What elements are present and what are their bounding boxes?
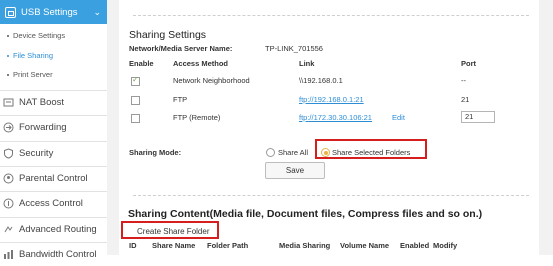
main-area: Sharing Settings Network/Media Server Na… (107, 0, 553, 255)
column-header-access-method: Access Method (173, 59, 229, 68)
port-ftp: 21 (461, 95, 470, 104)
sidebar-subitem-print-server[interactable]: Print Server (0, 70, 107, 79)
edit-link[interactable]: Edit (392, 113, 405, 122)
sidebar-subitem-device-settings[interactable]: Device Settings (0, 31, 107, 40)
port-network-neighborhood: -- (461, 76, 466, 85)
sidebar-item-label: USB Settings (21, 6, 78, 18)
sidebar-subitem-file-sharing[interactable]: File Sharing (0, 51, 107, 60)
access-method-ftp-remote: FTP (Remote) (173, 113, 221, 122)
column-header-enable: Enable (129, 59, 154, 68)
column-header-port: Port (461, 59, 476, 68)
column-header-link: Link (299, 59, 315, 68)
parental-icon (3, 173, 14, 184)
content-header-folder-path: Folder Path (207, 241, 249, 250)
sharing-content-title: Sharing Content(Media file, Document fil… (128, 208, 483, 220)
enable-checkbox-ftp-remote[interactable] (131, 114, 140, 123)
content-header-media-sharing: Media Sharing (279, 241, 331, 250)
nat-icon (3, 97, 14, 108)
divider (133, 195, 529, 196)
sidebar-item-usb-settings[interactable]: USB Settings ⌄ (0, 0, 107, 24)
sidebar-item-forwarding[interactable]: Forwarding (0, 115, 107, 139)
sidebar-item-nat-boost[interactable]: NAT Boost (0, 90, 107, 114)
link-network-neighborhood: \\192.168.0.1 (299, 76, 343, 85)
sidebar-item-parental-control[interactable]: Parental Control (0, 166, 107, 190)
enable-checkbox-network-neighborhood[interactable] (131, 75, 140, 86)
sidebar-item-security[interactable]: Security (0, 141, 107, 165)
port-ftp-remote-input[interactable]: 21 (461, 111, 495, 123)
access-icon (3, 198, 14, 209)
sidebar-item-advanced-routing[interactable]: Advanced Routing (0, 217, 107, 241)
server-name-label: Network/Media Server Name: (129, 44, 233, 53)
forwarding-icon (3, 122, 14, 133)
link-ftp-remote[interactable]: ftp://172.30.30.106:21 (299, 113, 372, 122)
access-method-ftp: FTP (173, 95, 188, 104)
share-all-radio[interactable] (266, 148, 275, 157)
shield-icon (3, 148, 14, 159)
sidebar: USB Settings ⌄ Device Settings File Shar… (0, 0, 108, 260)
sharing-settings-title: Sharing Settings (129, 29, 207, 41)
save-button[interactable]: Save (265, 162, 325, 179)
server-name-value: TP-LINK_701556 (265, 44, 323, 53)
divider (133, 15, 529, 16)
access-method-network-neighborhood: Network Neighborhood (173, 76, 250, 85)
content-header-enabled: Enabled (400, 241, 430, 250)
content-header-modify: Modify (433, 241, 458, 250)
content-panel: Sharing Settings Network/Media Server Na… (119, 0, 539, 255)
sidebar-item-bandwidth-control[interactable]: Bandwidth Control (0, 242, 107, 266)
sharing-mode-label: Sharing Mode: (129, 148, 182, 157)
routing-icon (3, 224, 14, 235)
content-header-share-name: Share Name (152, 241, 196, 250)
chevron-down-icon: ⌄ (93, 7, 101, 17)
content-header-id: ID (129, 241, 137, 250)
highlight-box-create-folder (121, 221, 219, 239)
link-ftp[interactable]: ftp://192.168.0.1:21 (299, 95, 364, 104)
sidebar-item-access-control[interactable]: Access Control (0, 191, 107, 215)
enable-checkbox-ftp[interactable] (131, 96, 140, 105)
usb-icon (5, 6, 16, 18)
share-all-label: Share All (278, 148, 309, 157)
highlight-box-sharing-mode (315, 139, 427, 159)
content-header-volume-name: Volume Name (340, 241, 390, 250)
